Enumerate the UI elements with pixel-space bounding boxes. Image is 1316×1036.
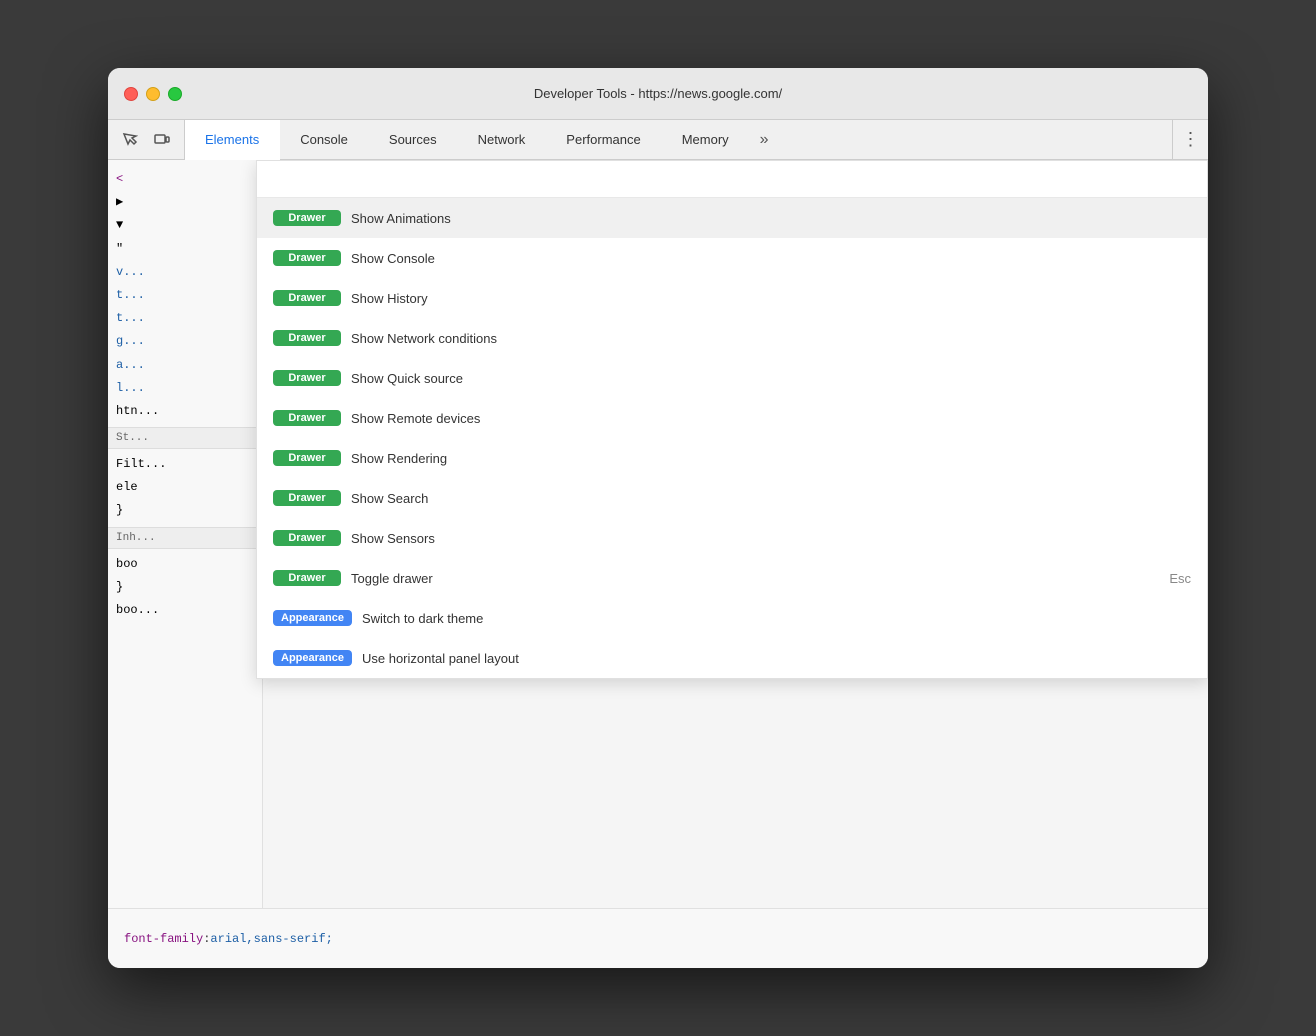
drawer-badge: Drawer bbox=[273, 530, 341, 546]
elements-panel: < ▶ ▼ " v... t... t... g... a... l... ht… bbox=[108, 160, 263, 908]
command-label: Show Rendering bbox=[351, 451, 1191, 466]
devtools-menu-button[interactable]: ⋮ bbox=[1172, 120, 1208, 159]
inherited-section: Inh... bbox=[108, 527, 262, 549]
command-menu: Drawer Show Animations Drawer Show Conso… bbox=[256, 160, 1208, 679]
command-search-input[interactable] bbox=[273, 171, 1191, 187]
css-colon: : bbox=[203, 932, 210, 946]
panel-line: t... bbox=[108, 284, 262, 307]
command-label: Show Sensors bbox=[351, 531, 1191, 546]
css-value: arial,sans-serif; bbox=[210, 932, 332, 946]
more-tabs-button[interactable]: » bbox=[750, 120, 779, 159]
tabs: Elements Console Sources Network Perform… bbox=[185, 120, 1172, 159]
drawer-badge: Drawer bbox=[273, 570, 341, 586]
list-item[interactable]: Drawer Show Remote devices bbox=[257, 398, 1207, 438]
panel-line: ele bbox=[108, 476, 262, 499]
command-list: Drawer Show Animations Drawer Show Conso… bbox=[257, 198, 1207, 678]
panel-line: l... bbox=[108, 377, 262, 400]
panel-line: boo bbox=[108, 553, 262, 576]
panel-line: a... bbox=[108, 354, 262, 377]
toolbar-icons bbox=[108, 120, 185, 159]
list-item[interactable]: Drawer Show Quick source bbox=[257, 358, 1207, 398]
command-label: Toggle drawer bbox=[351, 571, 1159, 586]
command-label: Show Remote devices bbox=[351, 411, 1191, 426]
bottom-panel: font-family : arial,sans-serif; bbox=[108, 908, 1208, 968]
panel-line: ▼ bbox=[108, 214, 262, 237]
panel-line: htn... bbox=[108, 400, 262, 423]
tab-sources[interactable]: Sources bbox=[369, 120, 458, 159]
drawer-badge: Drawer bbox=[273, 410, 341, 426]
drawer-badge: Drawer bbox=[273, 370, 341, 386]
maximize-button[interactable] bbox=[168, 87, 182, 101]
panel-line: g... bbox=[108, 330, 262, 353]
command-label: Show Console bbox=[351, 251, 1191, 266]
css-property: font-family bbox=[124, 932, 203, 946]
drawer-badge: Drawer bbox=[273, 330, 341, 346]
list-item[interactable]: Drawer Show Rendering bbox=[257, 438, 1207, 478]
panel-line: " bbox=[108, 238, 262, 261]
shortcut-label: Esc bbox=[1169, 571, 1191, 586]
list-item[interactable]: Drawer Show Console bbox=[257, 238, 1207, 278]
panel-line: t... bbox=[108, 307, 262, 330]
tab-network[interactable]: Network bbox=[458, 120, 547, 159]
command-label: Show Animations bbox=[351, 211, 1191, 226]
main-content: < ▶ ▼ " v... t... t... g... a... l... ht… bbox=[108, 160, 1208, 908]
panel-line: v... bbox=[108, 261, 262, 284]
list-item[interactable]: Drawer Show Sensors bbox=[257, 518, 1207, 558]
list-item[interactable]: Drawer Show History bbox=[257, 278, 1207, 318]
command-label: Show Quick source bbox=[351, 371, 1191, 386]
inspect-icon[interactable] bbox=[116, 126, 144, 154]
tab-memory[interactable]: Memory bbox=[662, 120, 750, 159]
minimize-button[interactable] bbox=[146, 87, 160, 101]
traffic-lights bbox=[124, 87, 182, 101]
panel-line: < bbox=[108, 168, 262, 191]
appearance-badge: Appearance bbox=[273, 650, 352, 666]
tab-console[interactable]: Console bbox=[280, 120, 369, 159]
tab-performance[interactable]: Performance bbox=[546, 120, 661, 159]
window-title: Developer Tools - https://news.google.co… bbox=[534, 86, 782, 101]
drawer-badge: Drawer bbox=[273, 250, 341, 266]
command-label: Show Search bbox=[351, 491, 1191, 506]
panel-line: Filt... bbox=[108, 453, 262, 476]
list-item[interactable]: Drawer Show Animations bbox=[257, 198, 1207, 238]
command-label: Show Network conditions bbox=[351, 331, 1191, 346]
list-item[interactable]: Appearance Use horizontal panel layout bbox=[257, 638, 1207, 678]
panel-line: } bbox=[108, 576, 262, 599]
device-icon[interactable] bbox=[148, 126, 176, 154]
devtools-window: Developer Tools - https://news.google.co… bbox=[108, 68, 1208, 968]
list-item[interactable]: Appearance Switch to dark theme bbox=[257, 598, 1207, 638]
drawer-badge: Drawer bbox=[273, 210, 341, 226]
command-label: Switch to dark theme bbox=[362, 611, 1191, 626]
command-label: Use horizontal panel layout bbox=[362, 651, 1191, 666]
panel-line: ▶ bbox=[108, 191, 262, 214]
command-search-bar[interactable] bbox=[257, 161, 1207, 198]
tab-elements[interactable]: Elements bbox=[185, 120, 280, 160]
list-item[interactable]: Drawer Toggle drawer Esc bbox=[257, 558, 1207, 598]
appearance-badge: Appearance bbox=[273, 610, 352, 626]
drawer-badge: Drawer bbox=[273, 490, 341, 506]
list-item[interactable]: Drawer Show Search bbox=[257, 478, 1207, 518]
titlebar: Developer Tools - https://news.google.co… bbox=[108, 68, 1208, 120]
close-button[interactable] bbox=[124, 87, 138, 101]
styles-section: St... bbox=[108, 427, 262, 449]
panel-line: boo... bbox=[108, 599, 262, 622]
panel-line: } bbox=[108, 499, 262, 522]
list-item[interactable]: Drawer Show Network conditions bbox=[257, 318, 1207, 358]
command-label: Show History bbox=[351, 291, 1191, 306]
drawer-badge: Drawer bbox=[273, 450, 341, 466]
toolbar: Elements Console Sources Network Perform… bbox=[108, 120, 1208, 160]
drawer-badge: Drawer bbox=[273, 290, 341, 306]
